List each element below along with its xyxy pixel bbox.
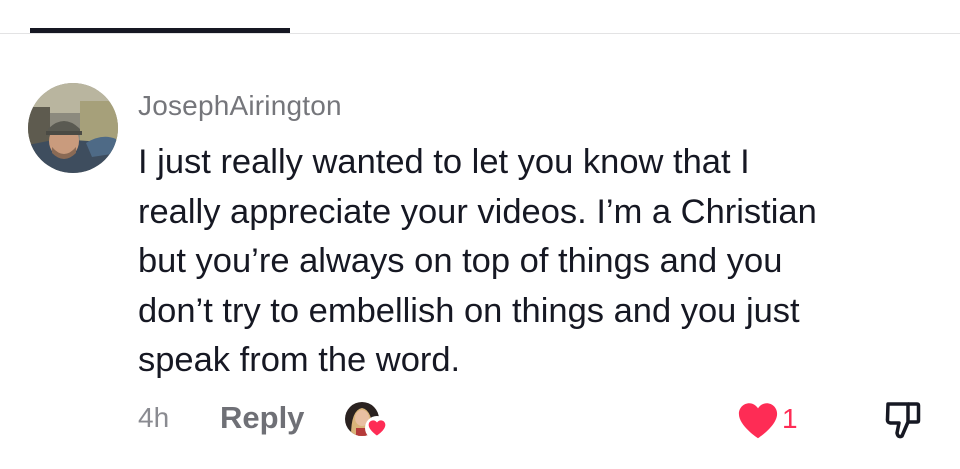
creator-heart-icon [365,416,389,440]
avatar-photo [28,83,118,173]
liked-by-creator-badge [345,402,391,442]
like-button[interactable] [736,400,780,440]
comment-timestamp: 4h [138,402,170,433]
heart-filled-icon [738,403,778,439]
comment-text: I just really wanted to let you know tha… [138,143,817,379]
reply-button[interactable]: Reply [220,400,304,436]
user-avatar[interactable] [28,83,118,173]
dislike-button[interactable] [883,398,923,440]
top-divider [0,33,960,34]
comment-username[interactable]: JosephAirington [138,90,342,122]
like-count: 1 [782,403,798,434]
thumbs-down-icon [885,402,921,439]
